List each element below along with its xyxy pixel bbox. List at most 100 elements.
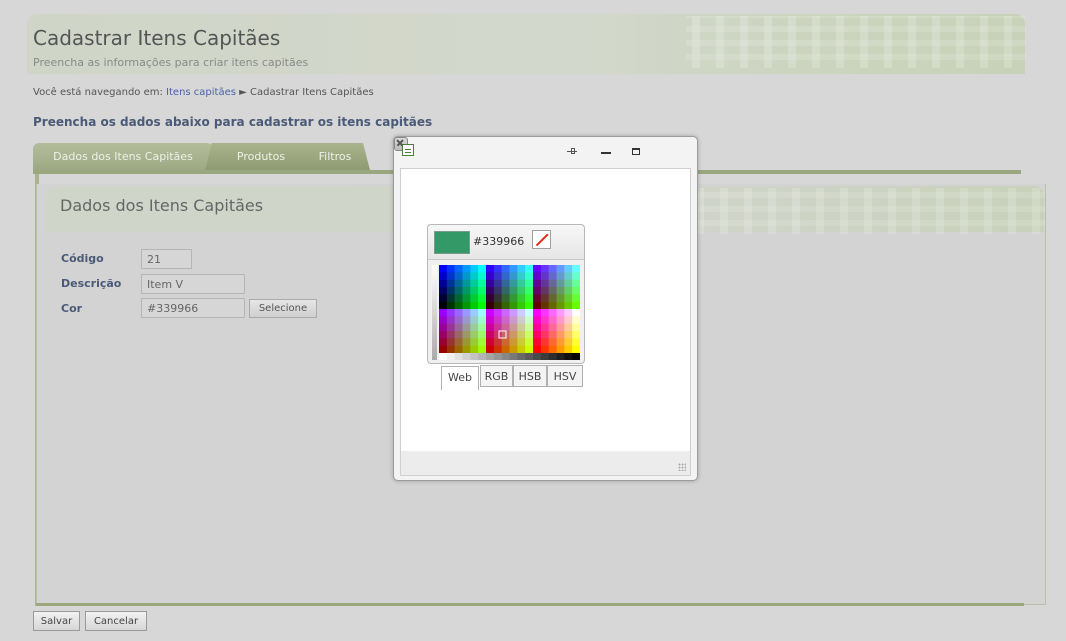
color-cell [533,279,542,288]
tab-web[interactable]: Web [441,366,479,390]
header-decoration [686,16,1026,68]
breadcrumb-link[interactable]: Itens capitães [166,87,236,98]
color-cell [470,301,479,310]
color-cell [572,287,580,295]
color-cell [556,309,565,317]
color-cell [533,316,542,324]
color-cell [548,287,557,295]
tab-produtos[interactable]: Produtos [205,143,317,170]
color-cell [486,294,495,302]
color-cell [501,309,510,317]
breadcrumb-separator-icon: ► [239,87,247,98]
color-cell [525,301,534,310]
color-cell [548,338,557,346]
section-heading: Preencha os dados abaixo para cadastrar … [33,115,433,129]
color-cell [462,338,471,346]
color-cell [486,265,495,273]
resize-grip-icon[interactable] [678,463,686,471]
color-cell [501,265,510,273]
codigo-label: Código [61,252,104,265]
tab-hsb[interactable]: HSB [513,365,547,387]
color-cell [556,272,565,280]
color-cell [509,287,518,295]
color-cell [478,279,487,288]
color-cell [509,338,518,346]
no-color-button[interactable] [532,230,551,249]
color-cell [454,338,463,346]
color-cell [517,265,526,273]
color-cell [493,316,502,324]
save-button[interactable]: Salvar [33,611,80,631]
maximize-icon[interactable] [629,145,643,159]
color-cell [509,331,518,339]
color-cell [486,272,495,280]
color-cell [478,345,487,354]
gray-cell [509,353,518,360]
color-cell [501,294,510,302]
gray-cell [556,353,565,360]
color-cell [462,279,471,288]
color-cell [540,331,549,339]
gray-cell [446,353,455,360]
color-cell [564,309,573,317]
gray-cell [525,353,534,360]
color-cell [470,316,479,324]
color-cell [548,323,557,332]
color-cell [493,345,502,354]
color-cell [548,294,557,302]
color-cell [572,345,580,354]
color-cell [572,316,580,324]
tab-dados-itens-capitaes[interactable]: Dados dos Itens Capitães [33,143,213,170]
color-cell [470,345,479,354]
color-cell [548,265,557,273]
color-cell [525,287,534,295]
color-cell [493,279,502,288]
select-color-button[interactable]: Selecione [249,299,317,318]
color-cell [533,265,542,273]
gray-cell [470,353,479,360]
color-cell [493,301,502,310]
color-cell [446,316,455,324]
color-cell [501,272,510,280]
color-cell [509,323,518,332]
color-cell [556,338,565,346]
cancel-button[interactable]: Cancelar [85,611,147,631]
codigo-field[interactable]: 21 [141,249,192,269]
grayscale-strip[interactable] [432,265,437,360]
pin-icon[interactable] [565,145,579,159]
color-cell [509,294,518,302]
gray-cell [572,353,580,360]
panel-bottom-border [36,603,1024,606]
color-cell [501,316,510,324]
dialog-titlebar[interactable] [394,137,697,167]
color-cell [533,309,542,317]
color-cell [533,287,542,295]
color-cell [525,309,534,317]
color-cell [493,323,502,332]
color-cell [564,345,573,354]
color-cell [517,301,526,310]
color-cell [462,331,471,339]
color-cell [478,294,487,302]
color-cell [533,331,542,339]
gray-cell [486,353,495,360]
descricao-field[interactable]: Item V [141,274,245,294]
color-cell [454,294,463,302]
tab-filtros[interactable]: Filtros [300,143,370,170]
tab-rgb[interactable]: RGB [480,365,513,387]
card-decoration [690,188,1045,234]
color-cell [564,301,573,310]
cor-field[interactable]: #339966 [141,298,245,318]
color-grid[interactable] [439,265,580,360]
color-cell [517,316,526,324]
color-cell [439,272,448,280]
gray-cell [517,353,526,360]
color-cell [501,301,510,310]
dialog-content: #339966 Web RGB HSB HSV [400,168,691,452]
color-cell [525,316,534,324]
selected-color-swatch [434,231,470,254]
tab-hsv[interactable]: HSV [547,365,583,387]
color-cell [454,279,463,288]
minimize-icon[interactable] [599,145,613,159]
color-cell [454,287,463,295]
